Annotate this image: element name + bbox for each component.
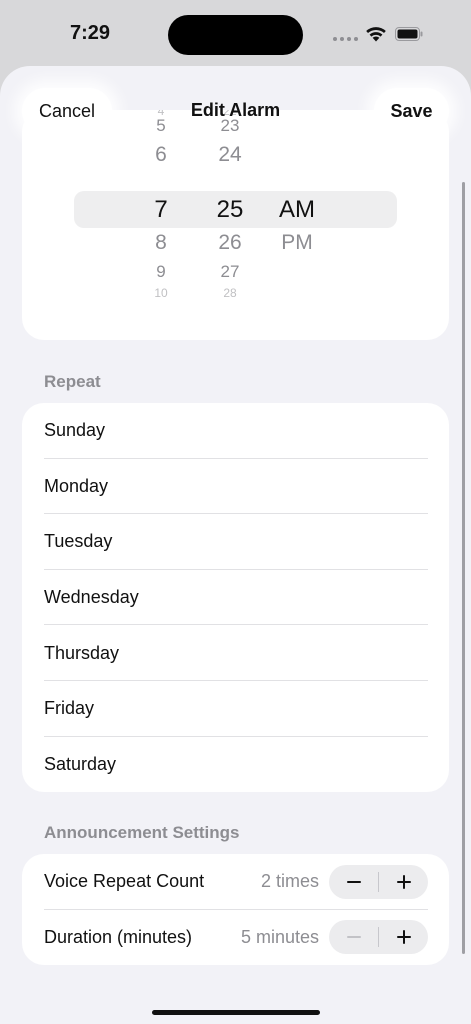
wifi-icon [366,27,386,42]
duration-label: Duration (minutes) [44,926,193,947]
duration-row: Duration (minutes) 5 minutes [22,910,449,966]
announcement-section-header: Announcement Settings [44,823,240,842]
period-selected: AM [279,196,315,223]
status-time: 7:29 [70,22,111,44]
voice-repeat-count-stepper [329,864,428,899]
plus-icon [396,874,411,889]
hour-wheel[interactable]: 4 5 6 7 8 9 10 [140,110,182,340]
voice-repeat-count-row: Voice Repeat Count 2 times [22,854,449,910]
repeat-day-wednesday[interactable]: Wednesday [22,570,449,626]
minute-wheel[interactable]: 22 23 24 25 26 27 28 [209,110,251,340]
edit-alarm-sheet: 4 5 6 7 8 9 10 22 23 24 25 26 27 28 AM P… [0,66,471,1024]
plus-icon [396,930,411,945]
status-bar: 7:29 [0,0,471,66]
repeat-day-saturday[interactable]: Saturday [22,737,449,792]
minute-option: 24 [218,143,242,166]
hour-option: 9 [156,262,166,281]
minute-option: 26 [218,231,242,254]
day-label: Tuesday [44,531,113,552]
hour-option: 8 [155,231,167,254]
repeat-day-tuesday[interactable]: Tuesday [22,514,449,570]
increment-button[interactable] [379,920,428,954]
minus-icon [346,880,361,883]
voice-repeat-count-label: Voice Repeat Count [44,871,205,892]
minus-icon [346,936,361,939]
battery-icon [395,27,423,41]
duration-stepper [329,920,428,955]
duration-value: 5 minutes [240,926,319,947]
period-option: PM [281,231,313,254]
repeat-day-friday[interactable]: Friday [22,681,449,737]
minute-selected: 25 [216,196,244,223]
day-label: Thursday [44,642,120,663]
period-wheel[interactable]: AM PM [271,110,323,340]
save-button[interactable]: Save [374,88,449,134]
repeat-day-thursday[interactable]: Thursday [22,625,449,681]
day-label: Wednesday [44,587,139,608]
day-label: Friday [44,698,95,719]
hour-selected: 7 [154,196,168,223]
decrement-button[interactable] [329,865,378,899]
minute-option: 27 [220,262,240,281]
cellular-dots-icon [333,37,358,41]
minute-option: 28 [223,286,237,300]
increment-button[interactable] [379,865,428,899]
day-label: Sunday [44,420,106,441]
repeat-day-sunday[interactable]: Sunday [22,403,449,459]
screen: 7:29 4 5 6 7 8 9 10 22 23 24 25 26 27 28… [0,0,471,1024]
announcement-settings-list: Voice Repeat Count 2 times Duration (min… [22,854,449,965]
repeat-day-monday[interactable]: Monday [22,459,449,515]
home-indicator[interactable] [152,1010,320,1015]
dynamic-island [168,15,303,55]
day-label: Saturday [44,753,117,774]
day-label: Monday [44,475,109,496]
hour-option: 10 [154,286,168,300]
voice-repeat-count-value: 2 times [260,871,319,892]
repeat-list: Sunday Monday Tuesday Wednesday Thursday… [22,403,449,792]
time-picker[interactable]: 4 5 6 7 8 9 10 22 23 24 25 26 27 28 AM P… [22,110,449,340]
decrement-button-disabled[interactable] [329,920,378,954]
scrollbar[interactable] [462,182,465,954]
repeat-section-header: Repeat [44,372,101,391]
hour-option: 6 [155,143,167,166]
